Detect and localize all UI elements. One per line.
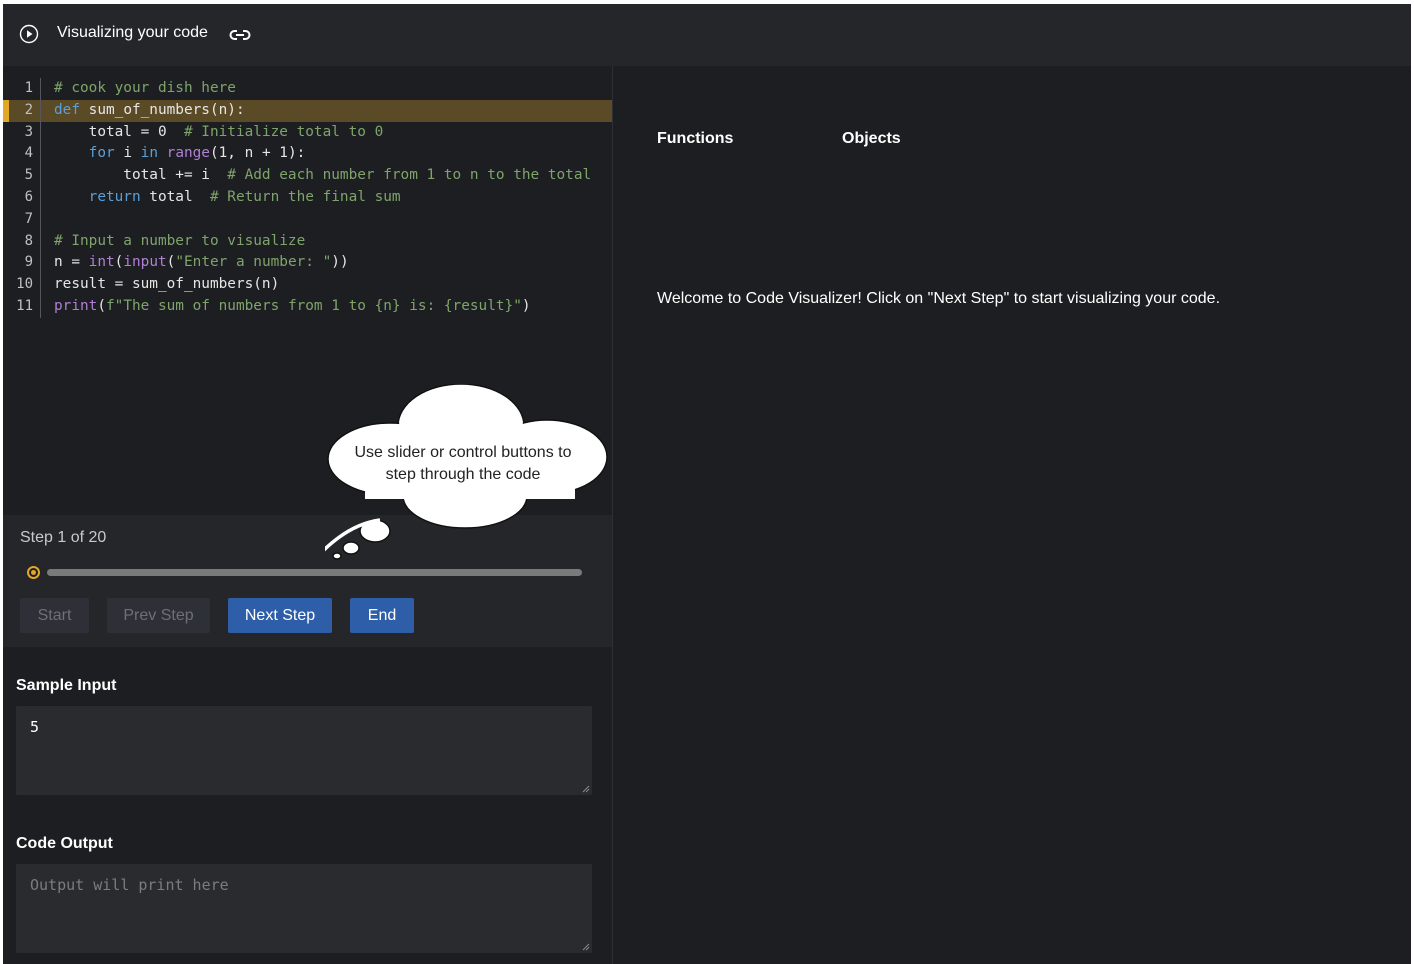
code-line: 5 total += i # Add each number from 1 to… — [3, 165, 612, 187]
play-circle-icon[interactable] — [19, 24, 39, 44]
step-label: Step 1 of 20 — [20, 529, 107, 546]
code-editor[interactable]: 1 # cook your dish here 2 def sum_of_number… — [3, 78, 612, 318]
line-number: 7 — [24, 210, 33, 227]
gutter-divider — [40, 274, 41, 296]
end-button[interactable]: End — [350, 598, 414, 633]
gutter-divider — [40, 121, 41, 144]
gutter-divider — [40, 208, 41, 231]
code-text: n = int(input("Enter a number: ")) — [54, 254, 349, 271]
gutter-divider — [40, 99, 41, 122]
code-text: result = sum_of_numbers(n) — [54, 276, 280, 293]
line-number: 5 — [24, 167, 33, 184]
sample-input-field[interactable]: 5 — [16, 706, 592, 795]
code-line: 7 — [3, 208, 612, 231]
code-line: 6 return total # Return the final sum — [3, 186, 612, 209]
next-step-button[interactable]: Next Step — [228, 598, 332, 633]
step-slider-handle[interactable] — [27, 566, 40, 579]
line-number: 9 — [24, 254, 33, 271]
link-icon[interactable] — [229, 26, 251, 44]
sample-input-label: Sample Input — [16, 677, 117, 694]
line-number: 1 — [24, 80, 33, 96]
resize-handle-icon[interactable] — [582, 943, 590, 951]
page-title: Visualizing your code — [57, 24, 208, 41]
gutter-divider — [40, 230, 41, 253]
code-output-field[interactable]: Output will print here — [16, 864, 592, 953]
code-line: 11 print(f"The sum of numbers from 1 to {… — [3, 295, 612, 318]
tooltip-text: Use slider or control buttons to step th… — [354, 444, 572, 483]
line-number: 11 — [16, 297, 33, 314]
line-number: 6 — [24, 188, 33, 205]
tooltip-cloud: Use slider or control buttons to step th… — [295, 383, 615, 584]
gutter-divider — [40, 165, 41, 187]
app-window: Visualizing your code 1 # cook your dish … — [3, 4, 1411, 964]
code-text: # Input a number to visualize — [54, 232, 306, 249]
code-line: 9 n = int(input("Enter a number: ")) — [3, 252, 612, 275]
code-text: # cook your dish here — [54, 80, 236, 96]
resize-handle-icon[interactable] — [582, 785, 590, 793]
gutter-divider — [40, 252, 41, 275]
code-text: def sum_of_numbers(n): — [54, 101, 245, 118]
line-number: 2 — [24, 101, 33, 118]
sample-input-value: 5 — [30, 718, 40, 736]
code-text: return total # Return the final sum — [88, 188, 401, 205]
welcome-message: Welcome to Code Visualizer! Click on "Ne… — [657, 290, 1221, 307]
code-line: 10 result = sum_of_numbers(n) — [3, 274, 612, 296]
gutter-divider — [40, 186, 41, 209]
line-number: 4 — [24, 145, 33, 162]
code-text: print(f"The sum of numbers from 1 to {n}… — [54, 297, 531, 314]
gutter-divider — [40, 78, 41, 100]
objects-heading: Objects — [842, 130, 901, 147]
code-line: 3 total = 0 # Initialize total to 0 — [3, 121, 612, 144]
code-text: total += i # Add each number from 1 to n… — [54, 167, 592, 184]
gutter-divider — [40, 143, 41, 166]
visualizer-panel: Functions Objects Welcome to Code Visual… — [613, 66, 1411, 964]
code-line: 2 def sum_of_numbers(n): — [3, 99, 612, 122]
line-number: 8 — [24, 232, 33, 249]
code-line: 8 # Input a number to visualize — [3, 230, 612, 253]
header-bar: Visualizing your code — [3, 4, 1411, 66]
code-text: total = 0 # Initialize total to 0 — [54, 123, 384, 140]
line-number: 3 — [24, 123, 33, 140]
prev-step-button[interactable]: Prev Step — [107, 598, 210, 633]
start-button[interactable]: Start — [20, 598, 89, 633]
line-number: 10 — [16, 276, 33, 293]
functions-heading: Functions — [657, 130, 734, 147]
code-line: 4 for i in range(1, n + 1): — [3, 143, 612, 166]
code-line: 1 # cook your dish here — [3, 78, 612, 100]
code-output-placeholder: Output will print here — [30, 876, 229, 894]
gutter-divider — [40, 295, 41, 318]
code-text: for i in range(1, n + 1): — [88, 145, 306, 162]
code-output-label: Code Output — [16, 835, 113, 852]
